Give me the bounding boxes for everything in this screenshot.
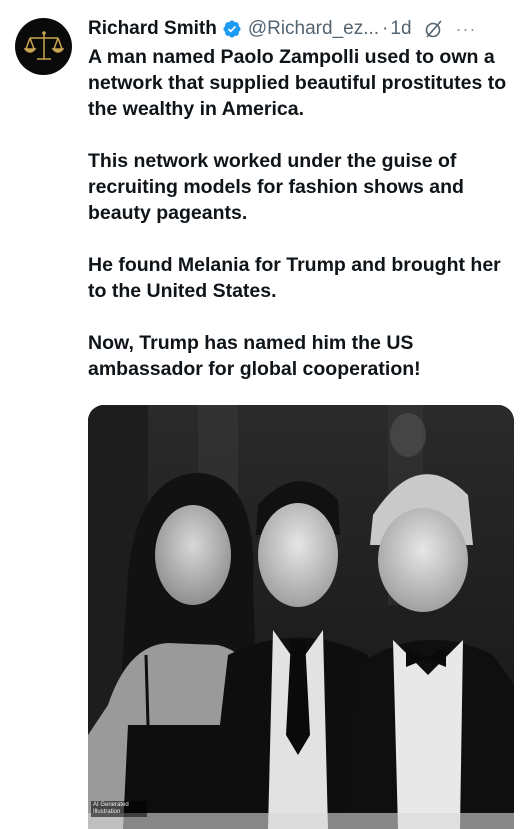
tweet-text: A man named Paolo Zampolli used to own a… [88,44,518,408]
avatar[interactable] [15,18,72,75]
timestamp[interactable]: 1d [390,18,411,40]
author-handle[interactable]: @Richard_ez... [248,18,379,40]
tweet-paragraph: Now, Trump has named him the US ambassad… [88,332,421,380]
grok-icon[interactable] [424,19,444,39]
separator-dot: · [382,18,389,39]
ai-watermark: AI Generated Illustration [91,801,147,817]
tweet-paragraph: This network worked under the guise of r… [88,150,464,224]
photo-image [88,405,514,829]
tweet-paragraph: He found Melania for Trump and brought h… [88,254,501,302]
more-options-icon[interactable]: ··· [456,19,477,40]
tweet-header: Richard Smith @Richard_ez... · 1d ··· [88,14,516,44]
tweet-paragraph: A man named Paolo Zampolli used to own a… [88,46,507,120]
scales-of-justice-icon [23,30,64,60]
tweet-photo[interactable]: AI Generated Illustration [88,405,514,829]
verified-badge-icon [222,19,242,39]
author-name[interactable]: Richard Smith [88,18,217,40]
tweet[interactable]: Richard Smith @Richard_ez... · 1d ··· A … [0,0,526,829]
